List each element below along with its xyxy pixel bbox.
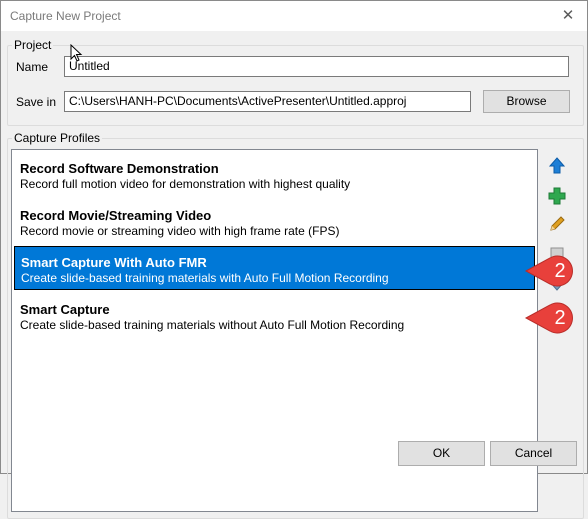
save-in-label: Save in xyxy=(16,95,57,109)
window-title: Capture New Project xyxy=(10,9,121,23)
profile-item-record-software-demonstration[interactable]: Record Software Demonstration Record ful… xyxy=(14,153,535,197)
profile-description: Create slide-based training materials wi… xyxy=(20,318,405,332)
mouse-cursor-icon xyxy=(70,43,84,67)
profile-item-record-movie-streaming-video[interactable]: Record Movie/Streaming Video Record movi… xyxy=(14,200,535,244)
callout-badge: 2 xyxy=(518,251,578,291)
save-in-field[interactable]: C:\Users\HANH-PC\Documents\ActivePresent… xyxy=(64,91,471,112)
title-bar: Capture New Project ✕ xyxy=(1,1,587,31)
profile-name: Record Movie/Streaming Video xyxy=(20,208,212,223)
add-icon[interactable] xyxy=(546,185,568,207)
move-up-icon[interactable] xyxy=(546,155,568,177)
project-group-label: Project xyxy=(14,38,52,52)
name-label: Name xyxy=(16,60,49,74)
profile-description: Create slide-based training materials wi… xyxy=(21,271,389,285)
name-field[interactable]: Untitled xyxy=(64,56,569,77)
profile-name: Record Software Demonstration xyxy=(20,161,219,176)
profile-description: Record full motion video for demonstrati… xyxy=(20,177,351,191)
profile-item-smart-capture[interactable]: Smart Capture Create slide-based trainin… xyxy=(14,294,535,338)
profile-item-smart-capture-auto-fmr[interactable]: Smart Capture With Auto FMR Create slide… xyxy=(14,246,535,290)
capture-profiles-label: Capture Profiles xyxy=(14,131,101,145)
callout-number: 2 xyxy=(554,260,566,282)
callout-number: 2 xyxy=(554,307,566,329)
callout-badge: 2 xyxy=(518,298,578,338)
profile-name: Smart Capture xyxy=(20,302,110,317)
profile-name: Smart Capture With Auto FMR xyxy=(21,255,207,270)
close-button[interactable]: ✕ xyxy=(559,8,577,24)
ok-button[interactable]: OK xyxy=(398,441,485,466)
browse-button[interactable]: Browse xyxy=(483,90,570,113)
cancel-button[interactable]: Cancel xyxy=(490,441,577,466)
edit-icon[interactable] xyxy=(546,213,568,235)
profile-description: Record movie or streaming video with hig… xyxy=(20,224,340,238)
